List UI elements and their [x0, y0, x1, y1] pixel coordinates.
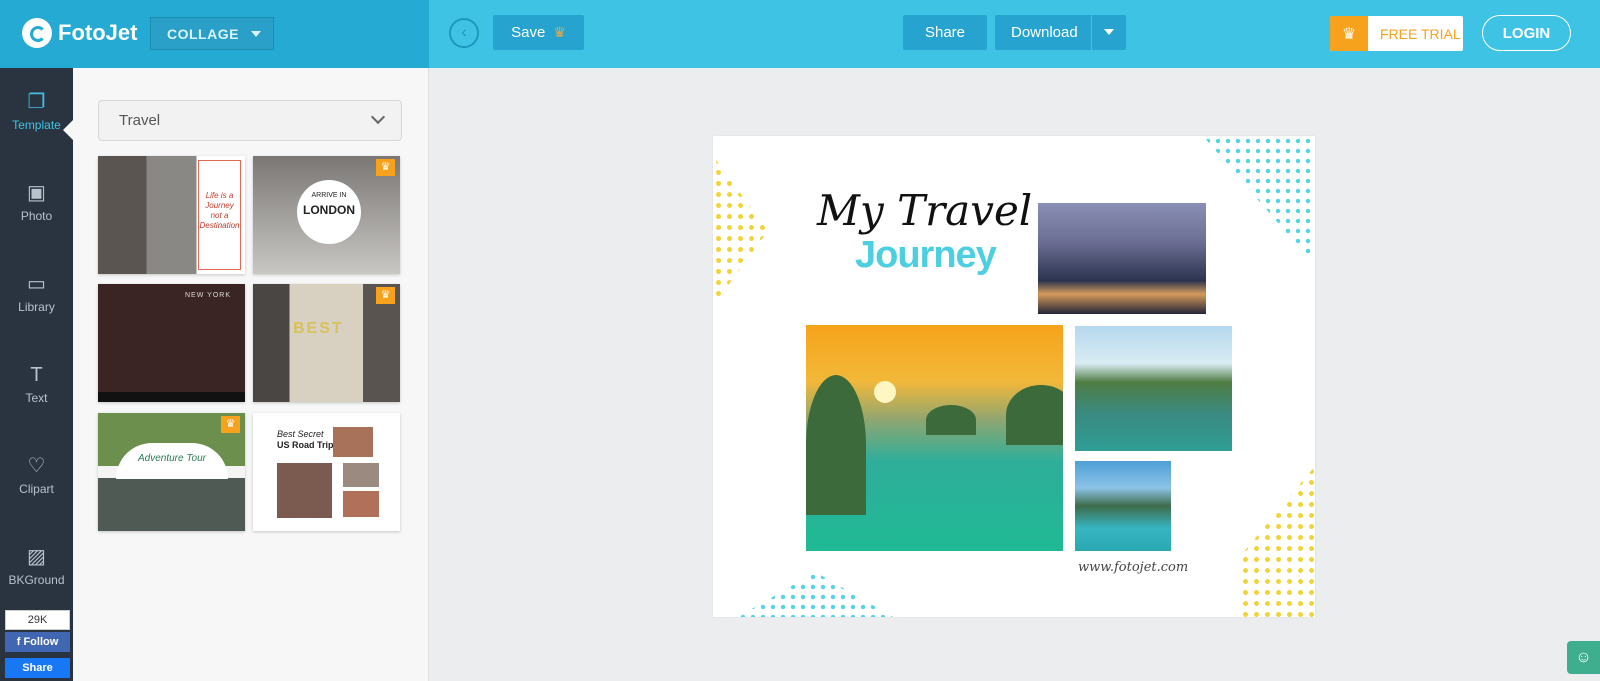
category-value: Travel [119, 112, 161, 129]
save-label: Save [511, 24, 546, 41]
nav-clipart[interactable]: ♡ Clipart [0, 454, 73, 534]
nav-label: Library [18, 300, 55, 314]
thumb-caption: Adventure Tour [116, 443, 228, 479]
river-boat-photo[interactable] [1075, 326, 1232, 451]
thumb-caption: NEW YORK [185, 292, 231, 299]
mode-select[interactable]: COLLAGE [150, 17, 274, 50]
nav-library[interactable]: ▭ Library [0, 272, 73, 352]
logo-text: FotoJet [58, 20, 138, 45]
background-icon: ▨ [27, 546, 46, 568]
crown-icon: ♛ [1330, 16, 1368, 51]
thumb-photo [277, 463, 332, 518]
thumb-badge: ARRIVE IN LONDON [297, 180, 361, 244]
facebook-share-button[interactable]: Share [5, 658, 70, 678]
decor-dots [1240, 466, 1315, 617]
chevron-down-icon [370, 109, 386, 125]
download-label: Download [1011, 24, 1078, 41]
decor-dots [738, 572, 893, 617]
cliff-shape [806, 375, 866, 515]
crown-icon: ♛ [553, 24, 566, 40]
share-button[interactable]: Share [903, 15, 987, 50]
clipart-icon: ♡ [27, 455, 46, 477]
nav-label: BKGround [8, 573, 65, 587]
template-thumb[interactable]: ARRIVE IN LONDON ♛ [253, 156, 400, 274]
text-icon: T [30, 364, 43, 386]
save-button[interactable]: Save ♛ [493, 15, 584, 50]
template-thumb[interactable]: Life is a Journey not a Destination [98, 156, 245, 274]
bay-sunset-photo[interactable] [806, 325, 1063, 551]
thumb-photo [343, 463, 379, 487]
city-photo[interactable] [1038, 203, 1206, 314]
template-thumb[interactable]: BEST ♛ [253, 284, 400, 402]
logo[interactable]: FotoJet [22, 18, 137, 48]
thumb-photo [343, 491, 379, 517]
template-thumb[interactable]: NEW YORK [98, 284, 245, 402]
category-select[interactable]: Travel [98, 100, 402, 141]
facebook-count: 29K [5, 610, 70, 630]
canvas-credit[interactable]: www.fotojet.com [1078, 560, 1188, 575]
free-trial-label: FREE TRIAL [1380, 25, 1461, 42]
active-indicator [63, 120, 73, 140]
mode-select-value: COLLAGE [167, 25, 239, 42]
facebook-widget: 29K f Follow Share [5, 610, 70, 678]
nav-label: Photo [20, 209, 53, 223]
decor-dots [713, 156, 768, 306]
canvas-subtitle[interactable]: Journey [855, 234, 997, 277]
login-label: LOGIN [1502, 24, 1551, 42]
top-bar: FotoJet COLLAGE ‹ Save ♛ Share Download … [0, 0, 1600, 68]
cliff-shape [1006, 385, 1063, 445]
library-icon: ▭ [27, 273, 46, 295]
back-button[interactable]: ‹ [449, 18, 479, 48]
nav-photo[interactable]: ▣ Photo [0, 181, 73, 261]
back-arrow-icon: ‹ [461, 24, 467, 41]
download-button[interactable]: Download [995, 15, 1126, 50]
thumb-caption: Life is a Journey not a Destination [198, 160, 241, 270]
lagoon-photo[interactable] [1075, 461, 1171, 551]
free-trial-button[interactable]: ♛ FREE TRIAL [1330, 16, 1463, 51]
facebook-follow-button[interactable]: f Follow [5, 632, 70, 652]
template-panel: Travel Life is a Journey not a Destinati… [73, 68, 429, 681]
thumb-caption: BEST [293, 320, 344, 337]
side-nav: ❐ Template ▣ Photo ▭ Library T Text ♡ Cl… [0, 68, 73, 681]
collage-canvas[interactable]: My Travel Journey www.fotojet.com [713, 136, 1315, 617]
caret-down-icon [251, 31, 261, 37]
nav-template[interactable]: ❐ Template [0, 90, 73, 170]
login-button[interactable]: LOGIN [1482, 15, 1571, 51]
chat-icon[interactable]: ☺ [1567, 641, 1600, 674]
nav-text[interactable]: T Text [0, 363, 73, 443]
nav-label: Text [25, 391, 48, 405]
nav-label: Template [12, 118, 61, 132]
photo-icon: ▣ [27, 182, 46, 204]
template-thumb[interactable]: Adventure Tour ♛ [98, 413, 245, 531]
fotojet-logo-icon [22, 18, 52, 48]
follow-label: Follow [23, 636, 59, 648]
thumb-footer [98, 392, 245, 402]
download-caret-icon[interactable] [1104, 29, 1114, 35]
thumb-caption: Best Secret US Road Trips [277, 429, 339, 450]
nav-label: Clipart [19, 482, 54, 496]
decor-dots [1203, 136, 1315, 266]
template-thumb[interactable]: Best Secret US Road Trips [253, 413, 400, 531]
pro-crown-icon: ♛ [376, 287, 395, 304]
download-divider [1091, 15, 1092, 50]
pro-crown-icon: ♛ [221, 416, 240, 433]
sun-shape [874, 381, 896, 403]
pro-crown-icon: ♛ [376, 159, 395, 176]
thumb-photo [333, 427, 373, 457]
canvas-title[interactable]: My Travel [817, 186, 1032, 235]
share-label: Share [924, 24, 966, 41]
cliff-shape [926, 405, 976, 435]
template-icon: ❐ [27, 91, 46, 113]
